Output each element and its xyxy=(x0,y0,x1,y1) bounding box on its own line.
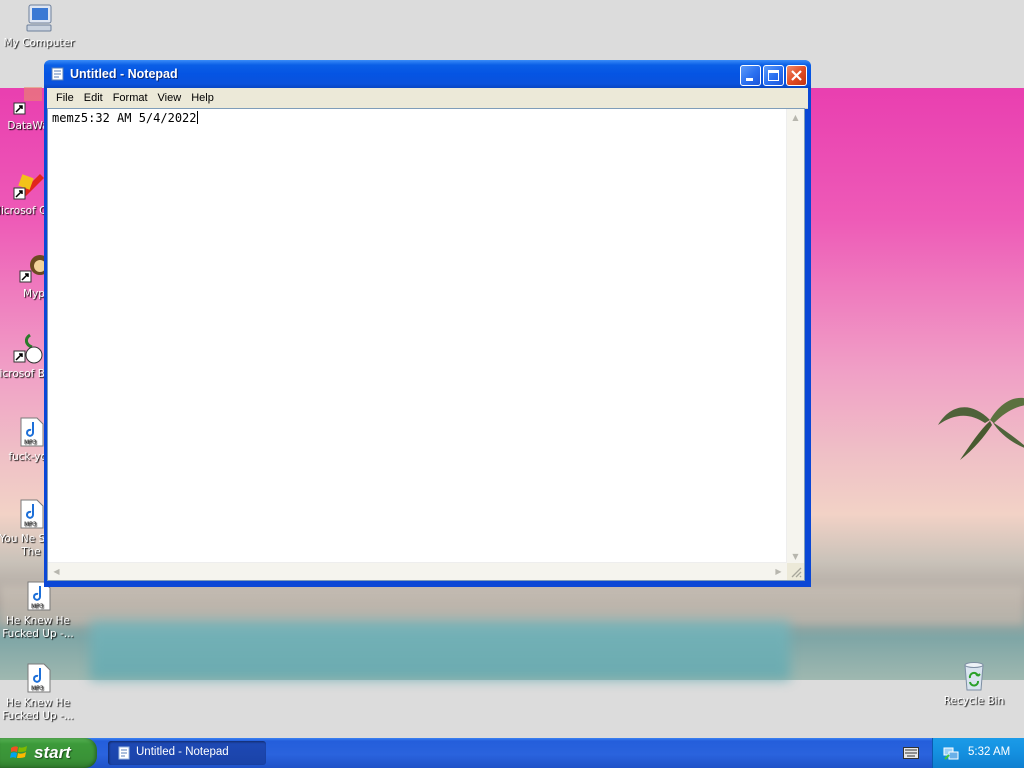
editor-content: memz5:32 AM 5/4/2022 xyxy=(52,111,198,125)
close-button[interactable] xyxy=(786,65,807,86)
title-bar[interactable]: Untitled - Notepad xyxy=(44,60,811,88)
taskbar: start Untitled - Notepad 5:32 AM xyxy=(0,738,1024,768)
menu-help[interactable]: Help xyxy=(186,92,219,104)
menu-view[interactable]: View xyxy=(153,92,187,104)
editor-text: memz5:32 AM 5/4/2022 xyxy=(52,111,197,125)
mp3-file-icon: MP3 xyxy=(20,417,44,447)
shortcut-icon xyxy=(13,87,42,115)
scroll-left-icon[interactable]: ◀ xyxy=(49,564,64,579)
minimize-icon xyxy=(746,78,753,81)
shortcut-icon xyxy=(13,333,43,364)
text-editor[interactable]: memz5:32 AM 5/4/2022 ▲ ▼ ◀ ▶ xyxy=(47,108,805,581)
close-icon xyxy=(791,70,802,81)
menu-file[interactable]: File xyxy=(51,92,79,104)
svg-text:MP3: MP3 xyxy=(31,685,44,692)
resize-grip-icon[interactable] xyxy=(787,563,804,580)
maximize-button[interactable] xyxy=(763,65,784,86)
desktop-icon-mp3-4[interactable]: MP3 He Knew He Fucked Up -... xyxy=(0,662,76,723)
svg-text:MP3: MP3 xyxy=(31,603,44,610)
desktop-icon-label: Recycle Bin xyxy=(943,695,1005,707)
mp3-file-icon: MP3 xyxy=(20,499,44,529)
mp3-file-icon: MP3 xyxy=(27,663,51,693)
svg-text:MP3: MP3 xyxy=(24,439,37,446)
my-computer-icon xyxy=(26,4,52,32)
notepad-icon xyxy=(118,746,130,760)
recycle-bin-icon xyxy=(964,662,984,691)
notepad-window[interactable]: Untitled - Notepad File Edit Format View… xyxy=(44,60,811,587)
window-title: Untitled - Notepad xyxy=(70,67,178,81)
notepad-icon xyxy=(51,67,64,81)
scroll-right-icon[interactable]: ▶ xyxy=(771,564,786,579)
windows-flag-icon xyxy=(10,746,27,758)
desktop-icon-label: My Computer xyxy=(3,37,75,49)
minimize-button[interactable] xyxy=(740,65,761,86)
maximize-icon xyxy=(768,70,779,81)
wallpaper-beach xyxy=(0,585,1024,625)
vertical-scrollbar[interactable]: ▲ ▼ xyxy=(786,109,804,565)
horizontal-scrollbar[interactable]: ◀ ▶ xyxy=(48,562,787,580)
menu-bar: File Edit Format View Help xyxy=(47,88,808,109)
scroll-up-icon[interactable]: ▲ xyxy=(788,110,803,125)
taskbar-button-notepad[interactable]: Untitled - Notepad xyxy=(108,741,266,765)
svg-text:MP3: MP3 xyxy=(24,521,37,528)
clock[interactable]: 5:32 AM xyxy=(968,746,1010,758)
system-tray: 5:32 AM xyxy=(932,738,1024,768)
scroll-down-icon[interactable]: ▼ xyxy=(788,549,803,564)
start-label: start xyxy=(34,743,71,762)
network-icon[interactable] xyxy=(943,745,959,761)
desktop-icon-recycle-bin[interactable]: Recycle Bin xyxy=(936,660,1012,708)
shortcut-icon xyxy=(13,174,44,200)
menu-format[interactable]: Format xyxy=(108,92,153,104)
desktop-icon-label: He Knew He Fucked Up -... xyxy=(2,615,74,640)
menu-edit[interactable]: Edit xyxy=(79,92,108,104)
desktop-icon-mp3-3[interactable]: MP3 He Knew He Fucked Up -... xyxy=(0,580,76,641)
desktop-icon-my-computer[interactable]: My Computer xyxy=(1,2,77,50)
palm-tree-icon xyxy=(938,398,1024,460)
desktop-icon-label: He Knew He Fucked Up -... xyxy=(2,697,74,722)
text-caret xyxy=(196,111,198,124)
wallpaper-pool xyxy=(90,620,790,680)
start-button[interactable]: start xyxy=(0,738,97,768)
keyboard-icon[interactable] xyxy=(903,747,919,759)
taskbar-button-label: Untitled - Notepad xyxy=(136,746,229,758)
